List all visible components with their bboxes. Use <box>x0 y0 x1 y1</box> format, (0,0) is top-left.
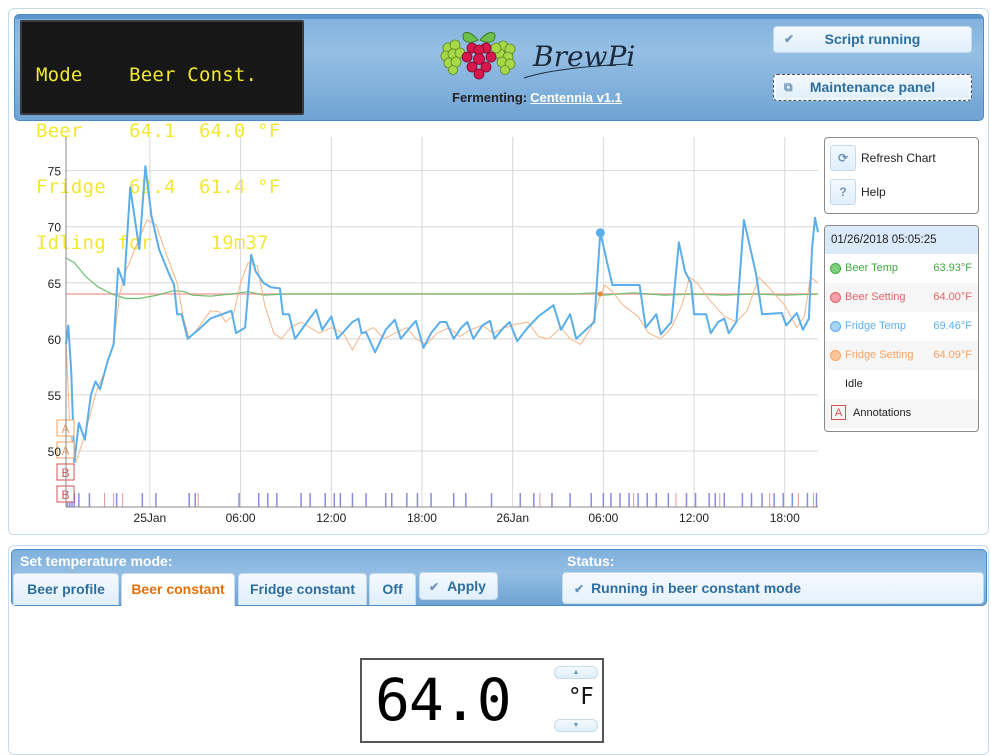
refresh-chart-button[interactable]: ⟳ <box>830 145 856 171</box>
annotations-label: Annotations <box>853 407 912 419</box>
maintenance-panel-label: Maintenance panel <box>809 79 936 95</box>
fermenting-info: Fermenting: Centennia v1.1 <box>452 90 622 105</box>
lcd-line-2: Beer 64.1 64.0 °F <box>36 119 281 142</box>
tab-beer-constant[interactable]: Beer constant <box>121 573 235 606</box>
mode-title: Set temperature mode: <box>20 553 173 569</box>
increment-button[interactable]: ▲ <box>554 666 598 679</box>
legend-label: Fridge Setting <box>845 349 914 361</box>
lcd-line-3: Fridge 62.4 61.4 °F <box>36 175 281 198</box>
apply-button[interactable]: ✔ Apply <box>419 572 498 600</box>
legend-value: 64.09°F <box>933 349 972 361</box>
legend-label: Fridge Temp <box>845 320 906 332</box>
arrow-up-icon: ▲ <box>572 669 580 676</box>
chart-controls: ⟳ Refresh Chart ? Help <box>824 137 979 214</box>
setpoint-unit: °F <box>569 684 594 710</box>
status-title: Status: <box>567 553 615 569</box>
refresh-icon: ⟳ <box>837 151 849 165</box>
check-icon: ✔ <box>429 580 440 594</box>
legend-label: Beer Temp <box>845 262 898 274</box>
state-label: Idle <box>845 378 863 390</box>
script-running-label: Script running <box>824 31 921 47</box>
beer-temp-dot-icon <box>830 263 841 274</box>
annotation-icon: A <box>831 405 846 420</box>
check-icon: ✔ <box>574 582 585 596</box>
legend-item-beer-temp[interactable]: Beer Temp 63.93°F <box>825 254 978 283</box>
check-icon: ✔ <box>784 32 795 46</box>
help-icon: ? <box>839 185 847 199</box>
tab-beer-profile[interactable]: Beer profile <box>13 573 119 605</box>
script-running-button[interactable]: ✔ Script running <box>773 26 972 53</box>
brewpi-logo-text: BrewPi <box>532 40 635 73</box>
legend-item-beer-setting[interactable]: Beer Setting 64.00°F <box>825 283 978 312</box>
refresh-chart-label: Refresh Chart <box>861 151 936 165</box>
legend-value: 69.46°F <box>933 320 972 332</box>
status-text: Running in beer constant mode <box>591 580 802 596</box>
lcd-display: Mode Beer Const. Beer 64.1 64.0 °F Fridg… <box>20 20 304 252</box>
legend-value: 63.93°F <box>933 262 972 274</box>
legend-state: Idle <box>825 370 978 399</box>
raspberry-hops-icon: BrewPi <box>440 32 635 80</box>
setpoint-spinner[interactable]: 64.0 °F ▲ ▼ <box>360 658 604 743</box>
legend-label: Beer Setting <box>845 291 906 303</box>
beer-setting-dot-icon <box>830 292 841 303</box>
status-box: ✔ Running in beer constant mode <box>562 572 984 604</box>
legend-item-fridge-setting[interactable]: Fridge Setting 64.09°F <box>825 341 978 370</box>
legend-item-annotations[interactable]: A Annotations <box>825 399 978 428</box>
beer-name-link[interactable]: Centennia v1.1 <box>530 90 622 105</box>
chart-legend: 01/26/2018 05:05:25 Beer Temp 63.93°F Be… <box>824 225 979 432</box>
brewpi-logo: BrewPi <box>438 26 638 84</box>
decrement-button[interactable]: ▼ <box>554 719 598 732</box>
help-button[interactable]: ? <box>830 179 856 205</box>
fridge-temp-dot-icon <box>830 321 841 332</box>
setpoint-value[interactable]: 64.0 <box>375 666 512 734</box>
lcd-line-4: Idling for 19m37 <box>36 231 269 254</box>
tab-fridge-constant[interactable]: Fridge constant <box>238 573 367 605</box>
maintenance-panel-button[interactable]: ⧉ Maintenance panel <box>773 74 972 101</box>
legend-value: 64.00°F <box>933 291 972 303</box>
new-window-icon: ⧉ <box>784 80 793 94</box>
arrow-down-icon: ▼ <box>572 722 580 729</box>
tab-off[interactable]: Off <box>369 573 416 605</box>
apply-label: Apply <box>447 578 486 594</box>
help-label: Help <box>861 185 886 199</box>
legend-timestamp: 01/26/2018 05:05:25 <box>825 226 978 254</box>
fridge-setting-dot-icon <box>830 350 841 361</box>
fermenting-label: Fermenting: <box>452 90 528 105</box>
lcd-line-1: Mode Beer Const. <box>36 64 258 87</box>
legend-item-fridge-temp[interactable]: Fridge Temp 69.46°F <box>825 312 978 341</box>
